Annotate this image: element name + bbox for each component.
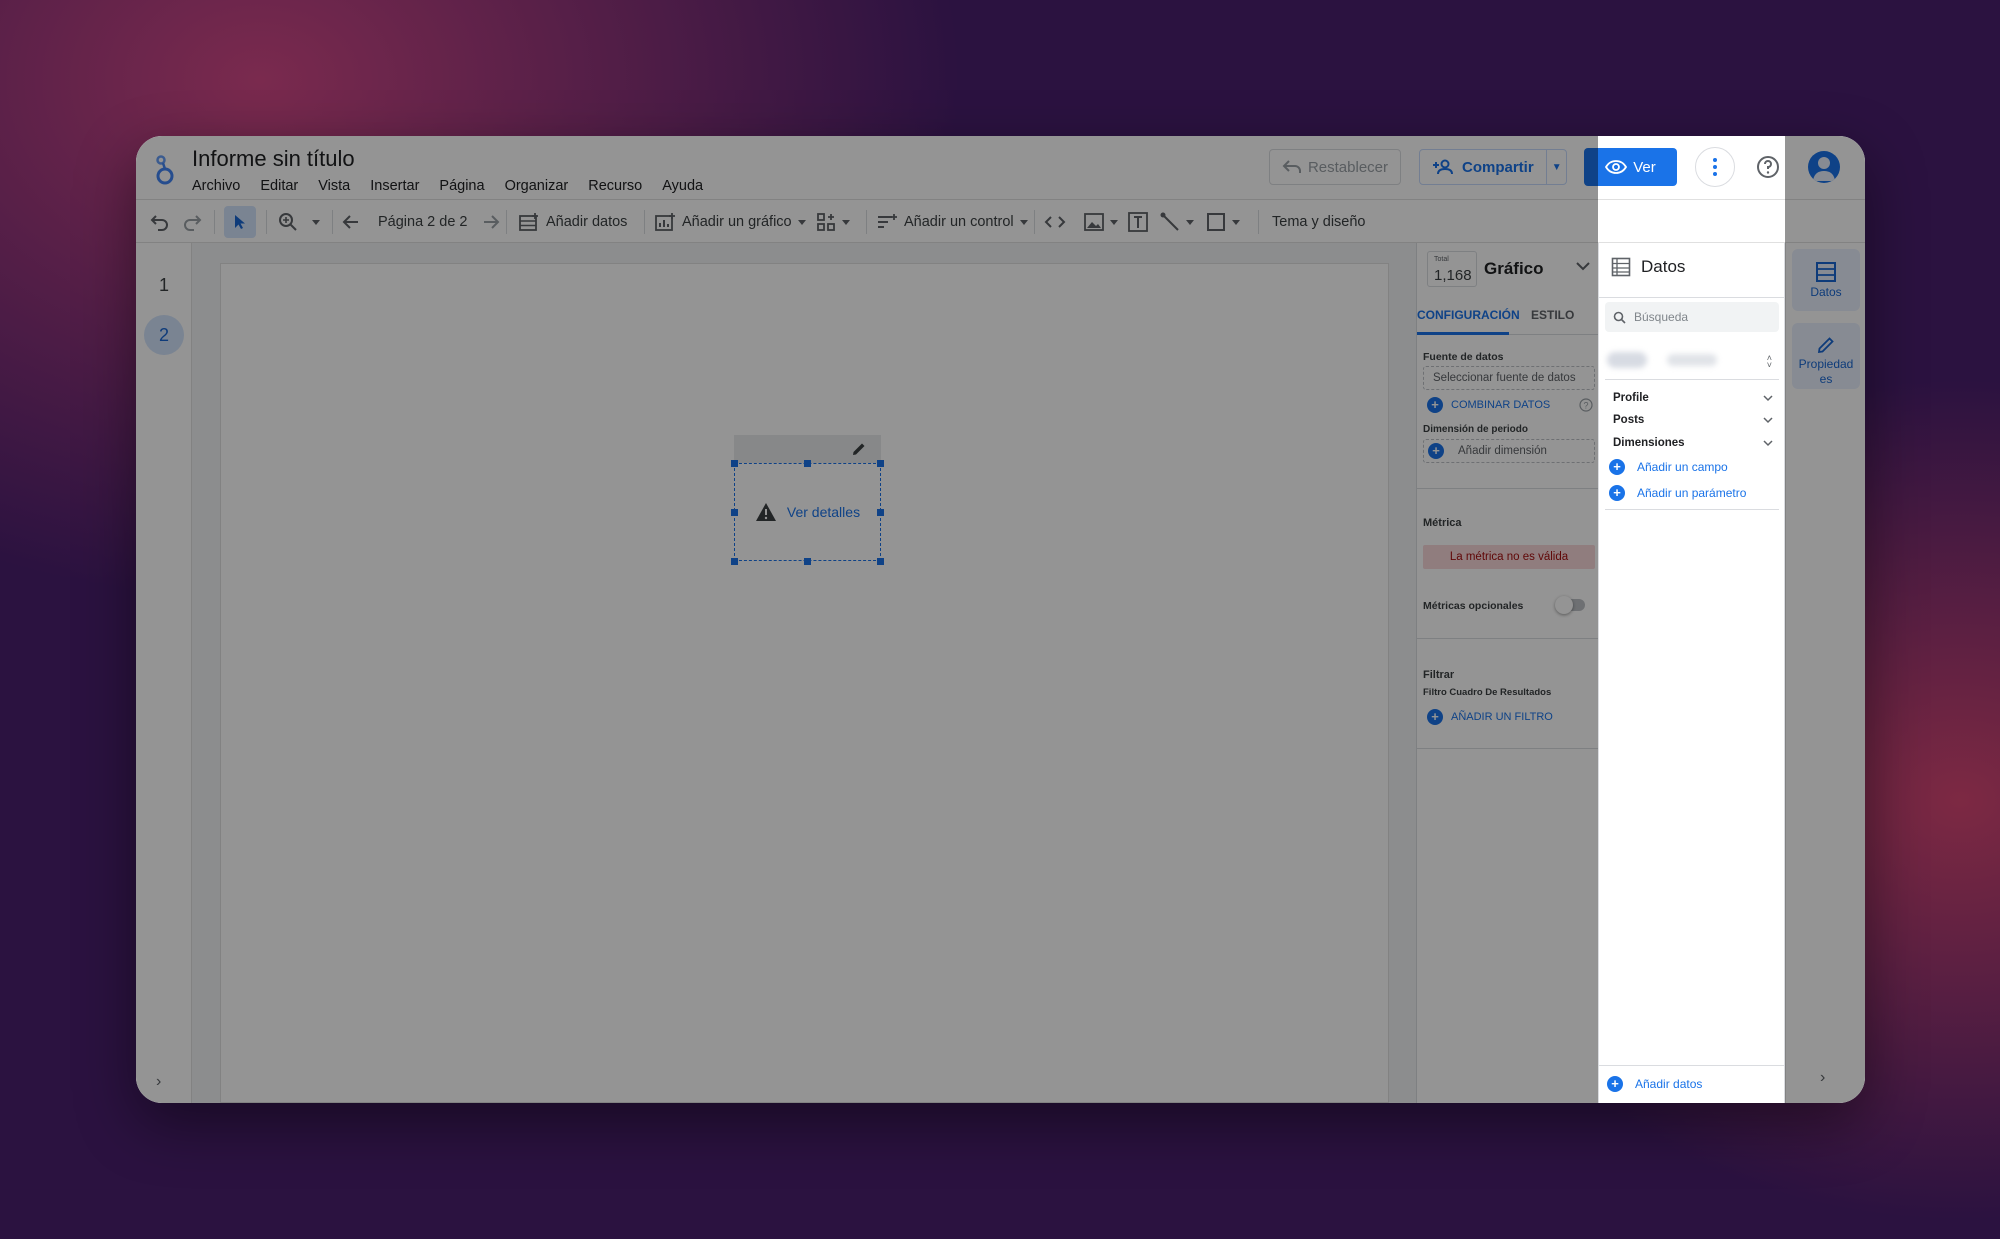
- data-panel-header: Datos: [1611, 257, 1685, 277]
- help-icon[interactable]: [1755, 154, 1781, 180]
- group-profile[interactable]: Profile: [1613, 392, 1773, 404]
- add-field-label: Añadir un campo: [1637, 460, 1728, 474]
- chevron-down-icon: [1763, 394, 1773, 401]
- modal-dim-overlay-right: [1785, 136, 1865, 1103]
- eye-icon: [1605, 160, 1628, 174]
- more-options-button[interactable]: [1695, 147, 1735, 187]
- more-vert-icon: [1713, 158, 1717, 176]
- app-window: Informe sin título Archivo Editar Vista …: [136, 136, 1865, 1103]
- add-data-footer-label: Añadir datos: [1635, 1077, 1703, 1091]
- add-circle-icon: +: [1607, 1076, 1623, 1092]
- modal-dim-overlay: [136, 136, 1598, 1103]
- app: Informe sin título Archivo Editar Vista …: [136, 136, 1865, 1103]
- data-panel-title: Datos: [1641, 257, 1686, 276]
- add-circle-icon: +: [1609, 485, 1625, 501]
- data-source-name-redacted: [1607, 348, 1727, 372]
- add-data-footer-button[interactable]: + Añadir datos: [1607, 1076, 1702, 1092]
- sort-icon[interactable]: ˄ ˅: [1767, 354, 1772, 370]
- field-search[interactable]: [1605, 302, 1779, 332]
- search-icon: [1613, 311, 1626, 324]
- group-dimensiones[interactable]: Dimensiones: [1613, 437, 1773, 449]
- add-parameter-button[interactable]: + Añadir un parámetro: [1609, 485, 1746, 501]
- group-posts[interactable]: Posts: [1613, 414, 1773, 426]
- group-label: Dimensiones: [1613, 437, 1685, 449]
- add-field-button[interactable]: + Añadir un campo: [1609, 459, 1728, 475]
- view-label: Ver: [1633, 158, 1656, 176]
- chevron-down-icon: [1763, 439, 1773, 446]
- chevron-down-icon: [1763, 416, 1773, 423]
- data-panel: Datos ˄˅ Profile Posts Dimensiones: [1598, 243, 1785, 1103]
- add-circle-icon: +: [1609, 459, 1625, 475]
- search-input[interactable]: [1634, 310, 1774, 324]
- add-parameter-label: Añadir un parámetro: [1637, 486, 1747, 500]
- group-label: Profile: [1613, 392, 1649, 404]
- data-panel-footer: + Añadir datos: [1599, 1065, 1784, 1103]
- table-icon: [1611, 257, 1631, 277]
- group-label: Posts: [1613, 414, 1645, 426]
